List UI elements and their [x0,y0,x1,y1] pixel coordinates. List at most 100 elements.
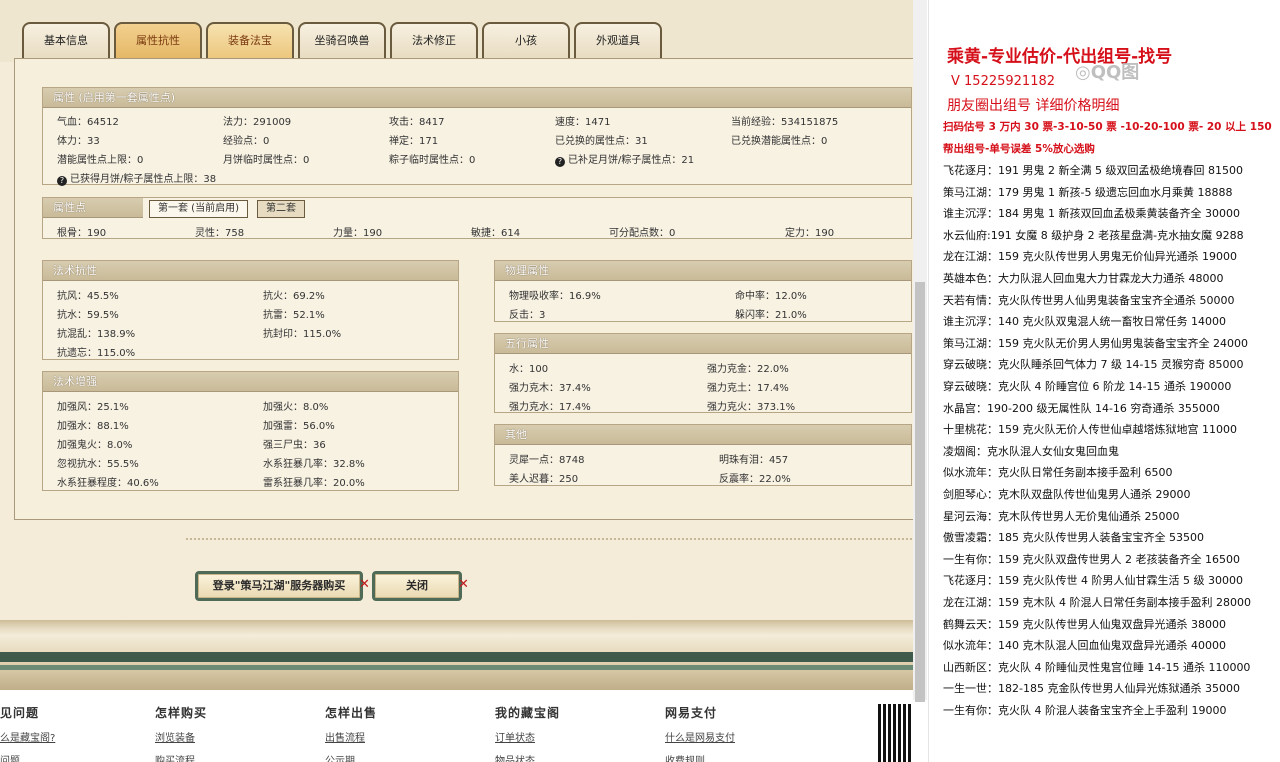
close-x-icon: ✕ [359,577,370,592]
doc-listing-line: 似水流年：140 克木队混人回血仙鬼双盘异光通杀 40000 [943,639,1226,653]
footer-link[interactable]: 收费规则 [665,752,735,762]
resist-water: 抗水：59.5% [57,310,119,321]
tab-child[interactable]: 小孩 [482,22,570,58]
point-spirit: 灵性：758 [195,228,245,239]
tab-basic-info[interactable]: 基本信息 [22,22,110,58]
tab-mount-pet[interactable]: 坐骑召唤兽 [298,22,386,58]
doc-listing-line: 策马江湖：179 男鬼 1 新孩-5 级遗忘回血水月乘黄 18888 [943,185,1233,199]
tab-equipment[interactable]: 装备法宝 [206,22,294,58]
help-icon[interactable]: ? [555,157,565,167]
physical-panel: 物理属性 物理吸收率：16.9% 命中率：12.0% 反击：3 躲闪率：21.0… [494,260,912,322]
footer-link[interactable]: 什么是网易支付 [665,729,735,744]
login-server-buy-button[interactable]: 登录"策马江湖"服务器购买 [195,571,363,601]
attr-supplemented-text: 已补足月饼/粽子属性点：21 [568,155,695,166]
footer-col-how-sell: 怎样出售 出售流程 公示期 [325,704,377,762]
attr-panel-title: 属性 (启用第一套属性点) [43,88,911,108]
doc-price-rule: 扫码估号 3 万内 30 票-3-10-50 票 -10-20-100 票- 2… [943,121,1272,133]
attr-cap-footer: ? 已获得月饼/粽子属性点上限：38 [57,170,216,186]
resist-forget: 抗遗忘：115.0% [57,348,136,359]
subtab-set-two[interactable]: 第二套 [257,200,305,218]
close-button[interactable]: 关闭 [372,571,462,601]
doc-panel: 乘黄-专业估价-代出组号-找号 V 15225921182 朋友圈出组号 详细价… [928,0,1280,762]
help-icon[interactable]: ? [57,176,67,186]
attr-panel: 属性 (启用第一套属性点) 气血：64512 法力：291009 攻击：8417… [42,87,912,186]
site-footer: 见问题 么是藏宝阁? 问题 怎样购买 浏览装备 购买流程 怎样出售 出售流程 公… [0,690,913,762]
footer-col-pay: 网易支付 什么是网易支付 收费规则 [665,704,735,762]
doc-listing-line: 似水流年：克火队日常任务副本接手盈利 6500 [943,466,1173,480]
divider [186,538,912,540]
other-lingxi: 灵犀一点：8748 [509,455,585,466]
other-panel-title: 其他 [495,425,911,445]
scrollbar-thumb[interactable] [915,282,925,702]
footer-link[interactable]: 订单状态 [495,729,560,744]
game-window: 基本信息 属性抗性 装备法宝 坐骑召唤兽 法术修正 小孩 外观道具 属性 (启用… [0,0,913,762]
footer-link[interactable]: 物品状态 [495,752,560,762]
attr-zen: 禅定：171 [389,136,439,147]
banner-stripe [0,665,913,670]
page-scrollbar[interactable] [913,0,927,702]
attr-mooncake-temp: 月饼临时属性点：0 [223,155,310,166]
footer-link[interactable]: 出售流程 [325,729,377,744]
footer-link[interactable]: 购买流程 [155,752,207,762]
footer-col-faq: 见问题 么是藏宝阁? 问题 [0,704,55,762]
other-reflect: 反震率：22.0% [719,474,791,485]
doc-listing-line: 十里桃花：159 克火队无价人传世仙卓越塔炼狱地宫 11000 [943,423,1237,437]
attr-exchanged-potential: 已兑换潜能属性点：0 [731,136,828,147]
doc-listing-line: 谁主沉浮：184 男鬼 1 新孩双回血孟极乘黄装备齐全 30000 [943,207,1240,221]
footer-link[interactable]: 浏览装备 [155,729,207,744]
points-panel: 属性点 第一套 (当前启用) 第二套 根骨：190 灵性：758 力量：190 … [42,197,912,239]
enhance-wind: 加强风：25.1% [57,402,129,413]
attr-exchanged: 已兑换的属性点：31 [555,136,648,147]
footer-heading: 我的藏宝阁 [495,706,561,720]
banner-stripe [0,652,913,662]
attr-mp: 法力：291009 [223,117,292,128]
doc-listing-line: 傲雪凌霜：185 克火队传世男人装备宝宝齐全 53500 [943,531,1204,545]
points-panel-title: 属性点 [43,198,143,218]
enhance-panel: 法术增强 加强风：25.1% 加强火：8.0% 加强水：88.1% 加强雷：56… [42,371,459,491]
enhance-panel-title: 法术增强 [43,372,458,392]
footer-link[interactable]: 么是藏宝阁? [0,729,55,744]
doc-listing-line: 龙在江湖：159 克火队传世男人男鬼无价仙异光通杀 19000 [943,250,1237,264]
footer-link[interactable]: 公示期 [325,752,377,762]
footer-link[interactable]: 问题 [0,752,55,762]
doc-listing-line: 水晶宫：190-200 级无属性队 14-16 穷奇通杀 355000 [943,401,1220,415]
five-vs-fire: 强力克火：373.1% [707,402,796,413]
enhance-thunder: 加强雷：56.0% [263,421,335,432]
attr-attack: 攻击：8417 [389,117,445,128]
resist-wind: 抗风：45.5% [57,291,119,302]
tab-attr-resist[interactable]: 属性抗性 [114,22,202,58]
doc-listing-line: 剑胆琴心：克木队双盘队传世仙鬼男人通杀 29000 [943,488,1191,501]
five-vs-earth: 强力克土：17.4% [707,383,789,394]
doc-listing-line: 星河云海：克木队传世男人无价鬼仙通杀 25000 [943,509,1180,523]
physical-panel-title: 物理属性 [495,261,911,281]
point-available: 可分配点数：0 [609,228,676,239]
doc-listing-line: 天若有情：克火队传世男人仙男鬼装备宝宝齐全通杀 50000 [943,293,1235,307]
doc-listing-line: 飞花逐月：191 男鬼 2 新全满 5 级双回孟极绝境春回 81500 [943,164,1243,177]
attr-supplemented: ? 已补足月饼/粽子属性点：21 [555,151,694,167]
other-beauty: 美人迟暮：250 [509,474,579,485]
doc-listing-line: 山西新区：克火队 4 阶睡仙灵性鬼宫位睡 14-15 通杀 110000 [943,660,1251,674]
phys-counter: 反击：3 [509,310,546,321]
attr-hp: 气血：64512 [57,117,119,128]
phys-hit: 命中率：12.0% [735,291,807,302]
doc-listing-line: 一生一世：182-185 克金队传世男人仙异光炼狱通杀 35000 [943,682,1240,696]
doc-listing-line: 英雄本色：大力队混人回血鬼大力甘霖龙大力通杀 48000 [943,272,1224,285]
doc-listing-line: 一生有你：克火队 4 阶混人装备宝宝齐全上手盈利 19000 [943,704,1227,717]
enhance-water-crit-degree: 水系狂暴程度：40.6% [57,478,159,489]
tab-spell-mod[interactable]: 法术修正 [390,22,478,58]
doc-listing-line: 水云仙府:191 女魔 8 级护身 2 老孩星盘满-克水抽女魔 9288 [943,228,1244,242]
footer-heading: 怎样购买 [155,706,208,720]
resist-panel: 法术抗性 抗风：45.5% 抗火：69.2% 抗水：59.5% 抗雷：52.1%… [42,260,459,360]
subtab-set-one[interactable]: 第一套 (当前启用) [149,200,248,218]
doc-listing-line: 鹤舞云天：159 克火队传世男人仙鬼双盘异光通杀 38000 [943,617,1226,631]
doc-listing-line: 凌烟阁：克水队混人女仙女鬼回血鬼 [943,444,1119,458]
doc-subtitle: 朋友圈出组号 详细价格明细 [947,98,1120,114]
resist-thunder: 抗雷：52.1% [263,310,325,321]
footer-col-my-cbg: 我的藏宝阁 订单状态 物品状态 [495,704,560,762]
enhance-ignore-water: 忽视抗水：55.5% [57,459,139,470]
tab-appearance[interactable]: 外观道具 [574,22,662,58]
five-vs-gold: 强力克金：22.0% [707,364,789,375]
footer-heading: 见问题 [0,706,40,720]
point-endurance: 定力：190 [785,228,835,239]
other-panel: 其他 灵犀一点：8748 明珠有泪：457 美人迟暮：250 反震率：22.0% [494,424,912,486]
